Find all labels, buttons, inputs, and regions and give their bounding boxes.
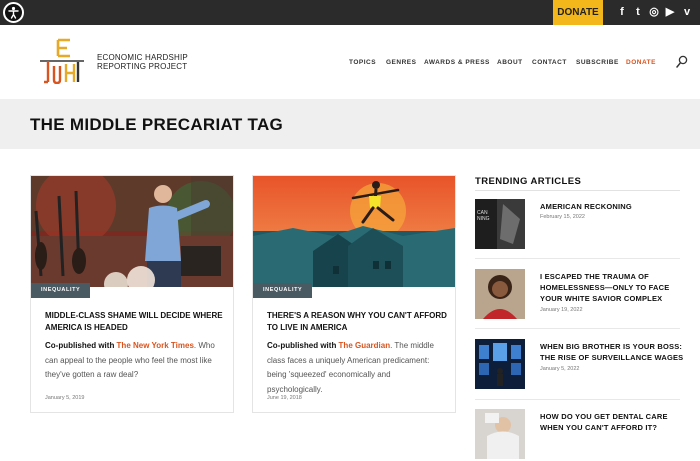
logo-wordmark[interactable]: ECONOMIC HARDSHIP REPORTING PROJECT <box>97 53 188 71</box>
article-card[interactable]: INEQUALITY MIDDLE-CLASS SHAME WILL DECID… <box>30 175 234 413</box>
accessibility-icon[interactable] <box>3 2 24 23</box>
svg-text:NING: NING <box>477 216 490 222</box>
trending-thumbnail[interactable] <box>475 269 525 319</box>
copub-label: Co-published with <box>267 341 339 350</box>
trending-separator <box>475 399 680 400</box>
article-excerpt: Co-published with The Guardian. The midd… <box>267 339 445 397</box>
ehrp-logo[interactable] <box>40 38 84 85</box>
nav-about[interactable]: ABOUT <box>497 59 523 66</box>
trending-thumbnail[interactable] <box>475 409 525 459</box>
article-title[interactable]: THERE'S A REASON WHY YOU CAN'T AFFORD TO… <box>267 310 447 334</box>
top-bar: DONATE f t ◎ ▶ v <box>0 0 700 25</box>
page-title-bar: THE MIDDLE PRECARIAT TAG <box>0 99 700 149</box>
logo-line-2: REPORTING PROJECT <box>97 62 188 71</box>
facebook-icon[interactable]: f <box>616 6 628 19</box>
page-title: THE MIDDLE PRECARIAT TAG <box>30 115 284 134</box>
nav-genres[interactable]: GENRES <box>386 59 416 66</box>
trending-item[interactable]: CAN NING AMERICAN RECKONING February 15,… <box>475 199 685 251</box>
outlet-link[interactable]: The New York Times <box>117 341 194 350</box>
article-title[interactable]: MIDDLE-CLASS SHAME WILL DECIDE WHERE AME… <box>45 310 225 334</box>
nav-awards-press[interactable]: AWARDS & PRESS <box>424 59 490 66</box>
twitter-icon[interactable]: t <box>632 6 644 19</box>
trending-item[interactable]: WHEN BIG BROTHER IS YOUR BOSS: THE RISE … <box>475 339 685 391</box>
article-date: January 5, 2019 <box>45 395 85 401</box>
logo-line-1: ECONOMIC HARDSHIP <box>97 53 188 62</box>
trending-date: February 15, 2022 <box>540 214 585 220</box>
trending-title[interactable]: HOW DO YOU GET DENTAL CARE WHEN YOU CAN'… <box>540 411 690 433</box>
search-icon[interactable] <box>676 55 688 69</box>
article-card[interactable]: INEQUALITY THERE'S A REASON WHY YOU CAN'… <box>252 175 456 413</box>
trending-item[interactable]: HOW DO YOU GET DENTAL CARE WHEN YOU CAN'… <box>475 409 685 461</box>
trending-separator <box>475 328 680 329</box>
article-image-illustration[interactable] <box>253 176 455 287</box>
trending-heading: TRENDING ARTICLES <box>475 176 582 187</box>
outlet-link[interactable]: The Guardian <box>339 341 391 350</box>
trending-title[interactable]: AMERICAN RECKONING <box>540 201 690 212</box>
donate-button-top[interactable]: DONATE <box>553 0 603 25</box>
trending-thumbnail[interactable]: CAN NING <box>475 199 525 249</box>
trending-title[interactable]: WHEN BIG BROTHER IS YOUR BOSS: THE RISE … <box>540 341 690 363</box>
vimeo-icon[interactable]: v <box>681 6 693 19</box>
article-date: June 19, 2018 <box>267 395 302 401</box>
trending-divider <box>475 190 680 191</box>
trending-item[interactable]: I ESCAPED THE TRAUMA OF HOMELESSNESS—ONL… <box>475 269 685 321</box>
trending-thumbnail[interactable] <box>475 339 525 389</box>
trending-separator <box>475 258 680 259</box>
youtube-icon[interactable]: ▶ <box>664 6 676 19</box>
category-tag[interactable]: INEQUALITY <box>31 283 91 298</box>
trending-date: January 5, 2022 <box>540 366 580 372</box>
instagram-icon[interactable]: ◎ <box>648 6 660 19</box>
nav-donate[interactable]: DONATE <box>626 59 656 66</box>
trending-date: January 19, 2022 <box>540 307 583 313</box>
nav-subscribe[interactable]: SUBSCRIBE <box>576 59 619 66</box>
site-header: ECONOMIC HARDSHIP REPORTING PROJECT TOPI… <box>0 25 700 99</box>
trending-title[interactable]: I ESCAPED THE TRAUMA OF HOMELESSNESS—ONL… <box>540 271 690 304</box>
article-excerpt: Co-published with The New York Times. Wh… <box>45 339 223 383</box>
nav-topics[interactable]: TOPICS <box>349 59 376 66</box>
category-tag[interactable]: INEQUALITY <box>253 283 313 298</box>
nav-contact[interactable]: CONTACT <box>532 59 567 66</box>
copub-label: Co-published with <box>45 341 117 350</box>
article-image-rally[interactable] <box>31 176 233 287</box>
